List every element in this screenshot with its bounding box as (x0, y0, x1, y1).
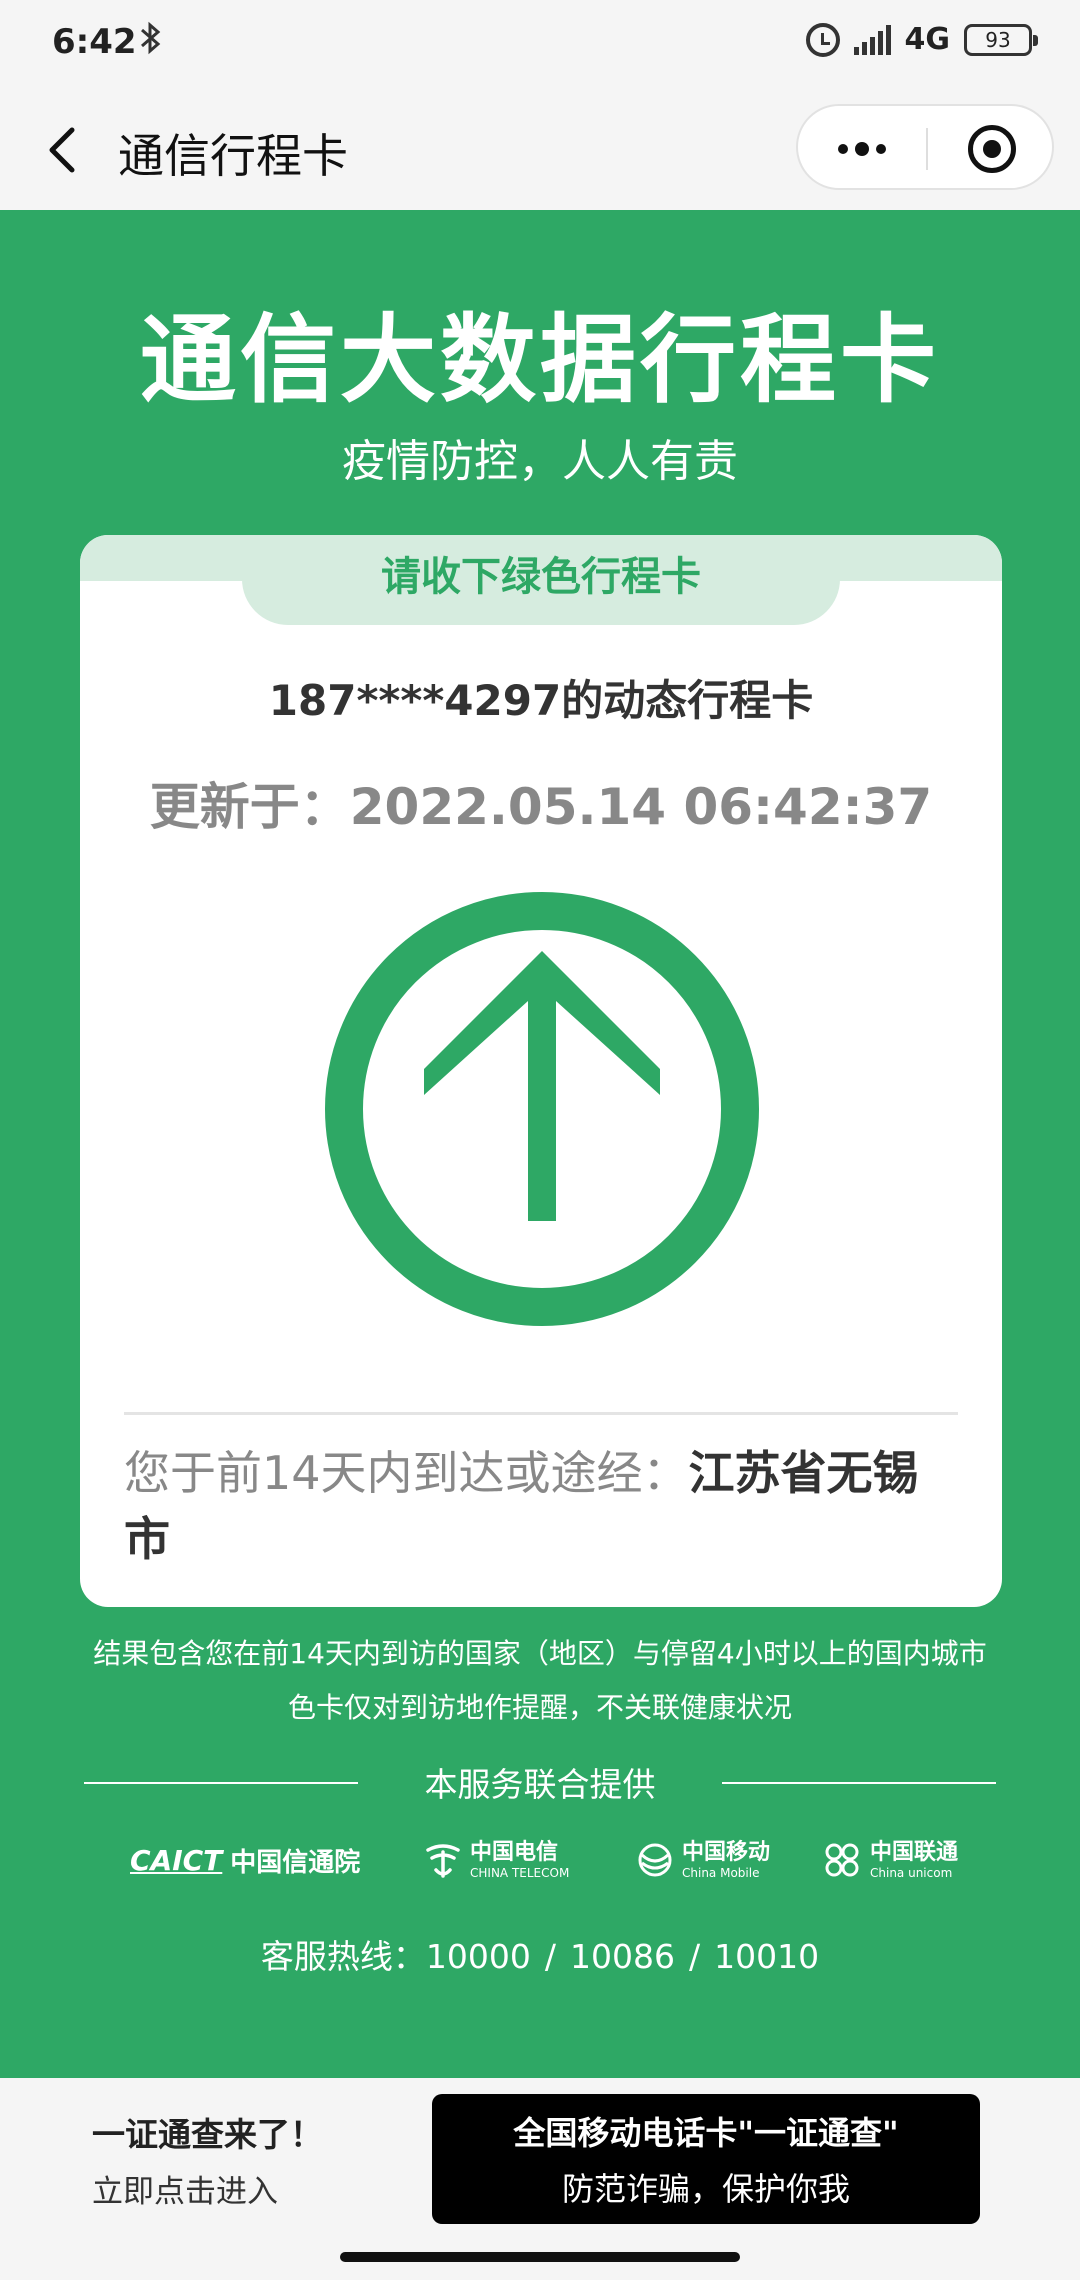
green-arrow-icon (324, 891, 760, 1327)
hotline-number-1[interactable]: 10000 (426, 1937, 531, 1976)
back-arrow-icon[interactable] (44, 126, 84, 174)
nav-bar: 通信行程卡 (0, 90, 1080, 210)
bottom-ad-bar[interactable]: 一证通查来了！ 立即点击进入 全国移动电话卡"一证通查" 防范诈骗，保护你我 (0, 2078, 1080, 2280)
bluetooth-icon (138, 20, 164, 65)
telecom-logo-zh: 中国电信 (470, 1839, 559, 1865)
unicom-logo-zh: 中国联通 (870, 1839, 959, 1865)
caict-logo-en: CAICT (130, 1843, 223, 1877)
ad-banner-line-2: 防范诈骗，保护你我 (561, 2170, 850, 2208)
hero-title: 通信大数据行程卡 (140, 304, 940, 416)
provider-line-right (722, 1782, 996, 1784)
visited-places: 您于前14天内到达或途经：江苏省无锡市 (124, 1440, 964, 1572)
hotline-separator: / (688, 1937, 701, 1976)
home-indicator[interactable] (340, 2252, 740, 2262)
note-line-1: 结果包含您在前14天内到访的国家（地区）与停留4小时以上的国内城市 (93, 1637, 987, 1670)
alarm-icon (805, 22, 840, 57)
ad-subtitle[interactable]: 立即点击进入 (92, 2166, 278, 2211)
itinerary-card: 请收下绿色行程卡 187****4297的动态行程卡 更新于：2022.05.1… (80, 535, 1002, 1607)
network-type: 4G (904, 22, 951, 57)
hotline-separator: / (544, 1937, 556, 1976)
china-mobile-logo: 中国移动 China Mobile (636, 1830, 770, 1890)
page-title: 通信行程卡 (118, 129, 348, 183)
hotline-label: 客服热线： (260, 1937, 426, 1976)
china-telecom-logo: 中国电信 CHINA TELECOM (424, 1830, 569, 1890)
ad-banner-line-1: 全国移动电话卡"一证通查" (513, 2114, 899, 2152)
card-tab-label: 请收下绿色行程卡 (242, 535, 840, 625)
visited-prefix: 您于前14天内到达或途经： (124, 1446, 689, 1500)
telecom-logo-en: CHINA TELECOM (470, 1865, 570, 1880)
hotline-number-3[interactable]: 10010 (714, 1937, 819, 1976)
provider-logos: CAICT 中国信通院 中国电信 CHINA TELECOM 中国移动 Chin… (0, 1830, 1080, 1890)
hero-subtitle: 疫情防控，人人有责 (342, 436, 738, 487)
china-unicom-logo: 中国联通 China unicom (822, 1830, 958, 1890)
hotline-number-2[interactable]: 10086 (570, 1937, 675, 1976)
mobile-mark-icon (638, 1843, 672, 1877)
miniprogram-capsule (796, 104, 1054, 190)
note-line-2: 色卡仅对到访地作提醒，不关联健康状况 (287, 1691, 792, 1724)
unicom-logo-en: China unicom (870, 1865, 953, 1880)
signal-icon (853, 24, 891, 55)
customer-hotline: 客服热线：10000 / 10086 / 10010 (0, 1930, 1080, 1978)
capsule-divider (926, 128, 928, 170)
mobile-logo-en: China Mobile (682, 1865, 760, 1880)
status-right-group: 4G 93 (805, 22, 1038, 57)
status-bar: 6:42 4G 93 (0, 0, 1080, 90)
telecom-mark-icon (426, 1844, 460, 1878)
mobile-logo-zh: 中国移动 (682, 1839, 771, 1865)
battery-icon: 93 (964, 23, 1038, 56)
battery-level: 93 (985, 27, 1011, 52)
update-time: 更新于：2022.05.14 06:42:37 (149, 778, 933, 836)
phone-label: 187****4297的动态行程卡 (268, 676, 814, 725)
caict-logo: CAICT 中国信通院 (130, 1830, 360, 1890)
unicom-mark-icon (825, 1843, 859, 1877)
provider-heading-row: 本服务联合提供 (0, 1758, 1080, 1808)
more-options-icon[interactable] (798, 106, 926, 192)
card-divider (124, 1412, 958, 1415)
close-miniprogram-icon[interactable] (968, 125, 1016, 173)
ad-title[interactable]: 一证通查来了！ (92, 2108, 323, 2156)
status-time: 6:42 (52, 22, 137, 62)
ad-banner[interactable]: 全国移动电话卡"一证通查" 防范诈骗，保护你我 (432, 2094, 980, 2224)
caict-logo-zh: 中国信通院 (230, 1847, 361, 1878)
